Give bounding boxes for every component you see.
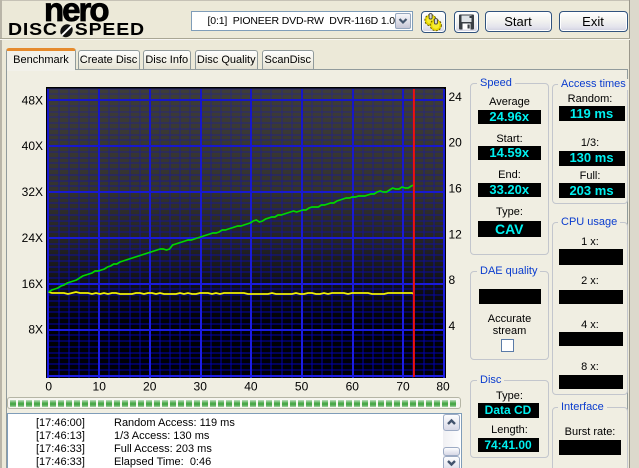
svg-text:24: 24 xyxy=(449,90,463,104)
svg-text:16: 16 xyxy=(449,182,463,196)
svg-text:4: 4 xyxy=(449,319,456,333)
svg-text:32X: 32X xyxy=(22,185,43,199)
svg-text:40X: 40X xyxy=(22,139,43,153)
svg-text:8X: 8X xyxy=(28,323,43,337)
svg-text:40: 40 xyxy=(244,380,258,394)
svg-text:0: 0 xyxy=(45,380,52,394)
svg-text:20: 20 xyxy=(449,136,463,150)
svg-text:24X: 24X xyxy=(22,231,43,245)
svg-text:12: 12 xyxy=(449,227,463,241)
svg-text:8: 8 xyxy=(449,273,456,287)
svg-text:10: 10 xyxy=(93,380,107,394)
svg-text:16X: 16X xyxy=(22,277,43,291)
svg-text:80: 80 xyxy=(436,380,450,394)
svg-text:70: 70 xyxy=(396,380,410,394)
svg-text:50: 50 xyxy=(295,380,309,394)
svg-text:30: 30 xyxy=(194,380,208,394)
svg-text:60: 60 xyxy=(346,380,360,394)
svg-text:20: 20 xyxy=(143,380,157,394)
svg-text:48X: 48X xyxy=(22,93,43,107)
